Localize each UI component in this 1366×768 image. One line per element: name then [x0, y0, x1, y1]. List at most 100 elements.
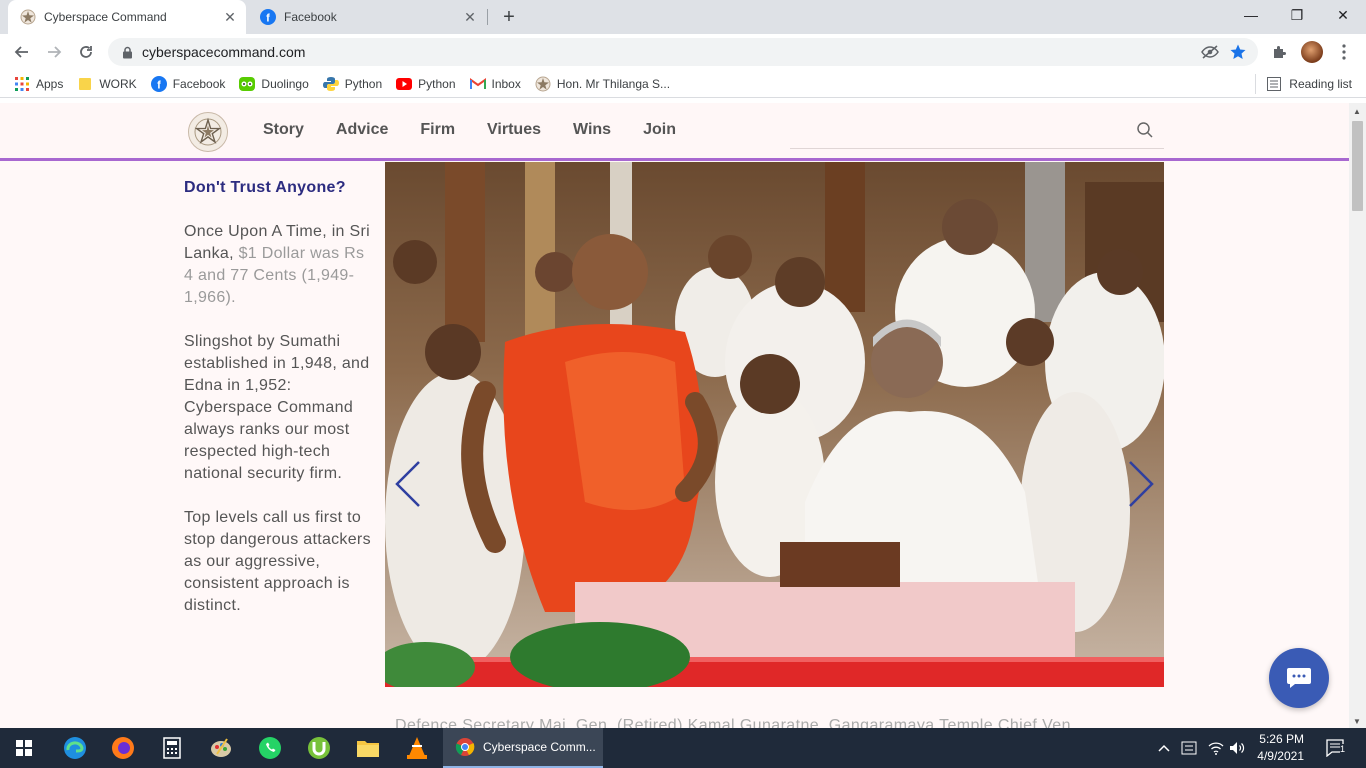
- ceremony-photo: [385, 162, 1164, 687]
- bookmark-label: Apps: [36, 76, 64, 91]
- reading-list-button[interactable]: Reading list: [1267, 70, 1352, 98]
- extensions-puzzle-icon[interactable]: [1268, 40, 1292, 64]
- restore-button[interactable]: ❐: [1274, 0, 1320, 30]
- bookmark-work[interactable]: WORK: [77, 72, 137, 96]
- tab-strip: Cyberspace Command ✕ f Facebook ✕ + — ❐ …: [0, 0, 1366, 34]
- site-logo-star-icon[interactable]: [188, 112, 228, 152]
- nav-story[interactable]: Story: [263, 121, 304, 139]
- tab-separator: [487, 9, 488, 25]
- taskbar-clock[interactable]: 5:26 PM 4/9/2021: [1240, 731, 1304, 765]
- python-icon: [322, 76, 339, 92]
- forward-button[interactable]: [42, 40, 66, 64]
- utorrent-icon[interactable]: [295, 728, 343, 768]
- bookmark-duolingo[interactable]: Duolingo: [239, 72, 309, 96]
- bookmark-label: WORK: [99, 76, 137, 91]
- svg-text:f: f: [157, 79, 161, 91]
- input-language-icon[interactable]: [1178, 728, 1200, 768]
- edge-browser-icon[interactable]: [51, 728, 99, 768]
- main-menu: Story Advice Firm Virtues Wins Join: [263, 121, 708, 139]
- search-icon[interactable]: [1136, 121, 1154, 139]
- clock-date: 4/9/2021: [1257, 749, 1304, 763]
- bookmark-label: Facebook: [172, 76, 226, 91]
- forward-arrow-icon: [48, 46, 62, 58]
- firefox-icon[interactable]: [99, 728, 147, 768]
- slideshow-next-chevron-icon[interactable]: [1126, 458, 1156, 510]
- page-viewport: Story Advice Firm Virtues Wins Join Don'…: [0, 103, 1366, 728]
- reading-list-icon: [1267, 77, 1282, 91]
- intro-heading: Don't Trust Anyone?: [184, 179, 346, 196]
- minimize-button[interactable]: —: [1228, 0, 1274, 30]
- scroll-up-icon[interactable]: ▲: [1353, 107, 1361, 116]
- scrollbar-thumb[interactable]: [1352, 121, 1363, 211]
- nav-advice[interactable]: Advice: [336, 121, 388, 139]
- apps-grid-icon: [14, 76, 30, 92]
- search-input[interactable]: [790, 111, 1120, 147]
- chat-widget-button[interactable]: [1269, 648, 1329, 708]
- bookmark-python[interactable]: Python: [322, 72, 383, 96]
- site-search: [790, 111, 1164, 149]
- file-explorer-icon[interactable]: [344, 728, 392, 768]
- tracking-blocked-eye-icon[interactable]: [1196, 40, 1224, 64]
- reload-icon: [80, 46, 92, 58]
- bookmark-inbox[interactable]: Inbox: [469, 72, 521, 96]
- page-scrollbar[interactable]: ▲ ▼: [1349, 103, 1366, 728]
- tab-facebook[interactable]: f Facebook ✕: [248, 0, 486, 34]
- bookmark-hon-mr-thilanga[interactable]: Hon. Mr Thilanga S...: [535, 72, 670, 96]
- bookmark-python-youtube[interactable]: Python: [396, 72, 456, 96]
- calculator-icon[interactable]: [148, 728, 196, 768]
- tab-title: Cyberspace Command: [44, 10, 167, 24]
- windows-taskbar: Cyberspace Comm... 5:26 PM 4/9/2021 1: [0, 728, 1366, 768]
- close-window-button[interactable]: ✕: [1320, 0, 1366, 30]
- gmail-icon: [469, 76, 486, 92]
- close-tab-icon[interactable]: ✕: [460, 7, 480, 27]
- nav-firm[interactable]: Firm: [420, 121, 455, 139]
- nav-wins[interactable]: Wins: [573, 121, 611, 139]
- chat-bubble-icon: [1287, 668, 1311, 688]
- nav-virtues[interactable]: Virtues: [487, 121, 541, 139]
- bookmark-apps[interactable]: Apps: [14, 72, 63, 96]
- url-text: cyberspacecommand.com: [142, 44, 306, 60]
- reading-list-label: Reading list: [1289, 77, 1352, 91]
- scroll-down-icon[interactable]: ▼: [1353, 717, 1361, 726]
- new-tab-button[interactable]: +: [498, 6, 520, 28]
- svg-text:f: f: [266, 13, 270, 25]
- bookmark-label: Python: [344, 76, 383, 91]
- slideshow-prev-chevron-icon[interactable]: [393, 458, 423, 510]
- profile-avatar[interactable]: [1300, 40, 1324, 64]
- star-badge-icon: [535, 76, 551, 92]
- intro-paragraph-3: Top levels call us first to stop dangero…: [184, 509, 371, 614]
- bookmark-star-icon[interactable]: [1224, 40, 1252, 64]
- folder-icon: [77, 76, 93, 92]
- tab-cyberspace-command[interactable]: Cyberspace Command ✕: [8, 0, 246, 34]
- windows-start-icon[interactable]: [0, 728, 48, 768]
- site-header: Story Advice Firm Virtues Wins Join: [0, 103, 1349, 161]
- back-arrow-icon: [14, 46, 28, 58]
- whatsapp-icon[interactable]: [246, 728, 294, 768]
- hero-slideshow-photo[interactable]: [385, 162, 1164, 687]
- chrome-menu-kebab-icon[interactable]: [1332, 40, 1356, 64]
- taskbar-window-label: Cyberspace Comm...: [483, 740, 596, 754]
- clock-time: 5:26 PM: [1259, 732, 1304, 746]
- address-bar[interactable]: cyberspacecommand.com: [108, 38, 1258, 66]
- bookmark-label: Python: [418, 76, 456, 91]
- bookmarks-bar: Apps WORK f Facebook Duolingo Python Pyt…: [0, 70, 1366, 98]
- photo-caption: Defence Secretary Maj. Gen. (Retired) Ka…: [395, 717, 1076, 728]
- close-tab-icon[interactable]: ✕: [220, 7, 240, 27]
- paint-icon[interactable]: [197, 728, 245, 768]
- taskbar-chrome-window[interactable]: Cyberspace Comm...: [443, 728, 603, 768]
- reload-button[interactable]: [74, 40, 98, 64]
- bookmark-label: Inbox: [491, 76, 521, 91]
- facebook-icon: f: [260, 9, 276, 25]
- bookmark-separator: [1255, 74, 1256, 94]
- notification-count-badge: 1: [1340, 744, 1346, 754]
- wifi-icon[interactable]: [1205, 728, 1227, 768]
- intro-paragraph-1: Once Upon A Time, in Sri Lanka, $1 Dolla…: [184, 221, 374, 309]
- bookmark-facebook[interactable]: f Facebook: [150, 72, 226, 96]
- action-center-notifications-icon[interactable]: 1: [1318, 728, 1354, 768]
- duolingo-icon: [239, 76, 256, 92]
- tray-overflow-chevron-icon[interactable]: [1155, 728, 1173, 768]
- back-button[interactable]: [10, 40, 34, 64]
- browser-toolbar: cyberspacecommand.com: [0, 34, 1366, 70]
- nav-join[interactable]: Join: [643, 121, 676, 139]
- vlc-icon[interactable]: [393, 728, 441, 768]
